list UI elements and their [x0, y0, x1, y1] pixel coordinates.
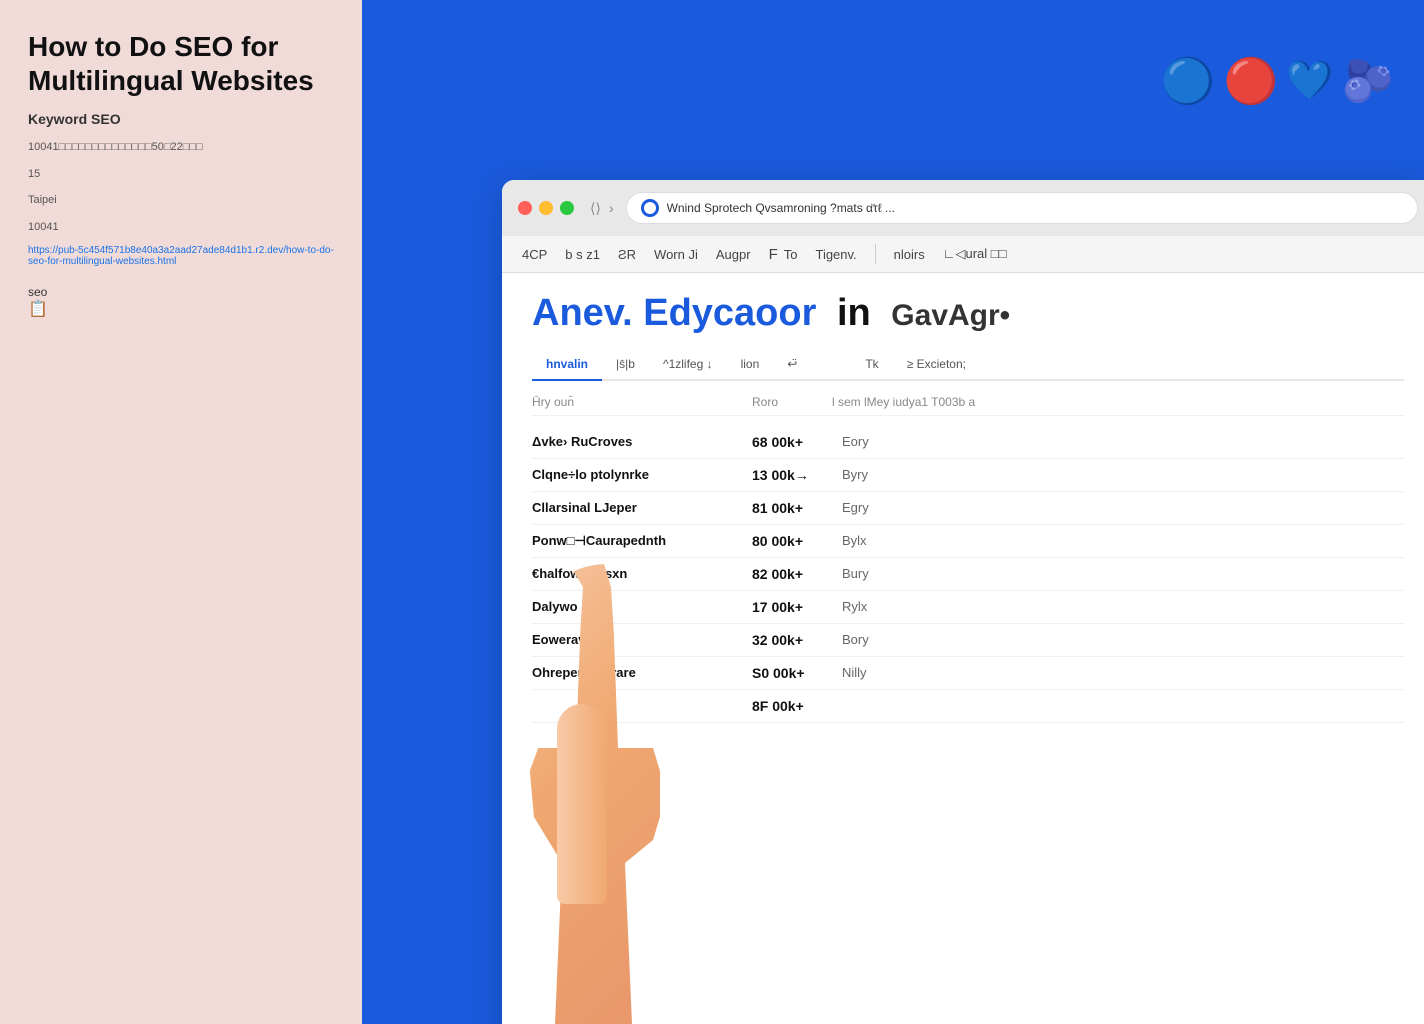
row-keyword-7: OhrepemsTurare: [532, 665, 752, 680]
row-kd-6: Bory: [842, 632, 902, 647]
table-row[interactable]: Ponw□⊣Caurapednth 80 00k+ Bylx: [532, 525, 1404, 558]
address-circle-icon: [641, 199, 659, 217]
nav-buttons[interactable]: ⟨⟩ ›: [590, 200, 614, 217]
browser-window: ⟨⟩ › Wnind Sprotech Qvsamroning ?mats α̈…: [502, 180, 1424, 1024]
filter-tab-zlifeg[interactable]: ^1zlifeg ↓: [649, 349, 727, 381]
toolbar-item-tigenv[interactable]: Tigenv.: [815, 247, 856, 262]
address-text: Wnind Sprotech Qvsamroning ?mats α̈τℓ ..…: [667, 201, 895, 215]
row-keyword-6: Eowerave: [532, 632, 752, 647]
row-keyword-4: €halfowigrosxn: [532, 566, 752, 581]
back-icon[interactable]: ⟨⟩: [590, 200, 601, 217]
sidebar: How to Do SEO for Multilingual Websites …: [0, 0, 362, 1024]
row-volume-8: 8F 00k+: [752, 698, 842, 714]
filter-tab-hvalin[interactable]: hnvalin: [532, 349, 602, 381]
sidebar-meta4: 10041: [28, 219, 334, 236]
table-row[interactable]: Clqne÷lo ptolynrke 13 00k→ Byry: [532, 459, 1404, 492]
table-wrapper: Δvke› RuCroves 68 00k+ Eory Clqne÷lo pto…: [532, 426, 1404, 723]
row-kd-3: Bylx: [842, 533, 902, 548]
filter-tab-arrow[interactable]: ↩̈: [773, 349, 811, 381]
heading-part3: GavAgr•: [891, 299, 1010, 332]
sub-header-col2: Roro: [752, 395, 832, 409]
row-kd-5: Rylx: [842, 599, 902, 614]
toolbar-item-bsz[interactable]: b s z1: [565, 247, 600, 262]
table-row[interactable]: Cllarsinal LJeper 81 00k+ Egry: [532, 492, 1404, 525]
deco-icon-4: 🫐: [1342, 57, 1394, 106]
row-keyword-3: Ponw□⊣Caurapednth: [532, 533, 752, 549]
sub-header-col3: l sem lMey iudya1 T003b a: [832, 395, 975, 409]
filter-tabs: hnvalin |s̄|b ^1zlifeg ↓ lion ↩̈ Tk ≥ Ex…: [532, 349, 1404, 381]
browser-content: Anev. Edycaoor in GavAgr• hnvalin |s̄|b …: [502, 273, 1424, 1024]
toolbar-item-augpr[interactable]: Augpr: [716, 247, 751, 262]
row-volume-5: 17 00k+: [752, 599, 842, 615]
toolbar-separator: [875, 244, 876, 264]
traffic-lights: [518, 201, 574, 215]
row-kd-7: Nilly: [842, 665, 902, 680]
row-volume-0: 68 00k+: [752, 434, 842, 450]
row-kd-2: Egry: [842, 500, 902, 515]
toolbar-item-ural[interactable]: ∟◁ural □□: [943, 246, 1007, 262]
toolbar-item-sr[interactable]: ƧR: [618, 247, 636, 262]
row-kd-4: Bury: [842, 566, 902, 581]
heading-part1: Anev. Edycaoor: [532, 292, 816, 334]
table-row[interactable]: €halfowigrosxn 82 00k+ Bury: [532, 558, 1404, 591]
row-kd-0: Eory: [842, 434, 902, 449]
browser-toolbar: 4CP b s z1 ƧR Worn Ji Augpr F To Tigenv.…: [502, 236, 1424, 273]
minimize-button[interactable]: [539, 201, 553, 215]
address-bar[interactable]: Wnind Sprotech Qvsamroning ?mats α̈τℓ ..…: [626, 192, 1418, 224]
filter-tab-tk[interactable]: Tk: [851, 349, 892, 381]
row-keyword-5: Dalywo: [532, 599, 752, 614]
page-heading: Anev. Edycaoor in GavAgr•: [532, 293, 1404, 335]
sidebar-title: How to Do SEO for Multilingual Websites: [28, 30, 334, 97]
sidebar-tag: seo 📋: [28, 285, 334, 319]
close-button[interactable]: [518, 201, 532, 215]
forward-icon[interactable]: ›: [609, 200, 614, 216]
row-volume-4: 82 00k+: [752, 566, 842, 582]
row-volume-3: 80 00k+: [752, 533, 842, 549]
toolbar-item-worm-ji[interactable]: Worn Ji: [654, 247, 698, 262]
row-volume-1: 13 00k→: [752, 467, 842, 483]
filter-tab-lion[interactable]: lion: [727, 349, 774, 381]
table-sub-header: H̄ry oun̄ Roro l sem lMey iudya1 T003b a: [532, 389, 1404, 416]
heading-part2: in: [837, 292, 871, 334]
deco-icon-3: 💙: [1286, 59, 1333, 103]
deco-icons-row: 🔵 🔴 💙 🫐: [1161, 55, 1394, 107]
filter-tab-sb[interactable]: |s̄|b: [602, 349, 649, 381]
sub-header-col1: H̄ry oun̄: [532, 395, 752, 409]
toolbar-item-to[interactable]: F To: [769, 246, 798, 263]
table-row[interactable]: Δvke› RuCroves 68 00k+ Eory: [532, 426, 1404, 459]
sidebar-meta1: 10041□□□□□□□□□□□□□□50□22□□□: [28, 139, 334, 156]
main-area: 🔵 🔴 💙 🫐 ⟨⟩ › Wnind Sprotech Qvsamroning …: [362, 0, 1424, 1024]
row-volume-6: 32 00k+: [752, 632, 842, 648]
row-keyword-1: Clqne÷lo ptolynrke: [532, 467, 752, 482]
deco-icon-1: 🔵: [1161, 55, 1216, 107]
sidebar-category: Keyword SEO: [28, 111, 334, 127]
sidebar-meta2: 15: [28, 166, 334, 183]
row-kd-1: Byry: [842, 467, 902, 482]
sidebar-url[interactable]: https://pub-5c454f571b8e40a3a2aad27ade84…: [28, 245, 334, 267]
browser-chrome: ⟨⟩ › Wnind Sprotech Qvsamroning ?mats α̈…: [502, 180, 1424, 236]
filter-tab-excieton[interactable]: ≥ Excieton;: [893, 349, 980, 381]
toolbar-item-nloirs[interactable]: nloirs: [894, 247, 925, 262]
table-row[interactable]: OhrepemsTurare S0 00k+ Nilly: [532, 657, 1404, 690]
table-row[interactable]: 8F 00k+: [532, 690, 1404, 723]
row-keyword-0: Δvke› RuCroves: [532, 434, 752, 449]
row-volume-2: 81 00k+: [752, 500, 842, 516]
row-keyword-2: Cllarsinal LJeper: [532, 500, 752, 515]
maximize-button[interactable]: [560, 201, 574, 215]
filter-tab-empty[interactable]: [811, 356, 851, 374]
sidebar-meta3: Taipei: [28, 192, 334, 209]
toolbar-item-cp[interactable]: 4CP: [522, 247, 547, 262]
row-volume-7: S0 00k+: [752, 665, 842, 681]
table-row[interactable]: Dalywo 17 00k+ Rylx: [532, 591, 1404, 624]
table-row[interactable]: Eowerave 32 00k+ Bory: [532, 624, 1404, 657]
copy-icon[interactable]: 📋: [28, 301, 48, 318]
deco-icon-2: 🔴: [1224, 55, 1279, 107]
